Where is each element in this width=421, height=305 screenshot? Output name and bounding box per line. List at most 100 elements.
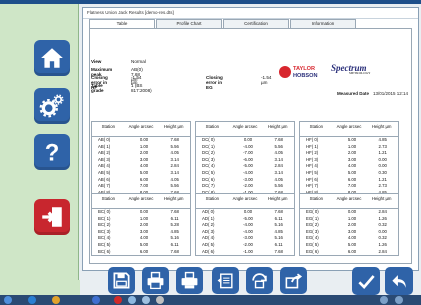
svg-text:?: ? <box>45 140 60 165</box>
folder-icon[interactable] <box>52 296 60 304</box>
column-header: Station <box>101 124 116 129</box>
table-cell: 5.28 <box>170 222 179 228</box>
table-cell: EG( 4) <box>306 235 319 241</box>
export-button[interactable] <box>212 267 239 294</box>
table-cell: DC( 6) <box>202 176 215 182</box>
table-cell: HF( 6) <box>306 176 319 182</box>
table-cell: HF( 1) <box>306 143 319 149</box>
table-cell: AD( 2) <box>202 222 215 228</box>
table-cell: 2.00 <box>347 222 357 228</box>
table-cell: HF( 4) <box>306 163 319 169</box>
hobson-logo-text: HOBSON <box>293 73 318 79</box>
table-cell: 0.00 <box>378 228 387 234</box>
column-header: Height µm <box>371 124 392 129</box>
table-cell: DC( 1) <box>202 143 215 149</box>
start-icon[interactable] <box>4 296 12 304</box>
table-row: AB( 7) 7.00 5.56 <box>92 183 190 190</box>
home-icon <box>41 48 63 68</box>
table-row: DC( 3) -6.00 3.14 <box>196 157 294 164</box>
table-cell: 6.11 <box>274 215 283 221</box>
table-cell: 6.00 <box>347 248 357 254</box>
table-cell: 0.00 <box>243 209 253 214</box>
share-button[interactable] <box>280 267 307 294</box>
tray-icon-2 <box>395 296 403 304</box>
table-cell: 1.21 <box>378 150 387 156</box>
table-cell: 0.00 <box>243 137 253 142</box>
table-cell: AD( 0) <box>202 209 215 214</box>
save-button[interactable] <box>108 267 135 294</box>
print-preview-button[interactable] <box>176 267 203 294</box>
home-button[interactable] <box>34 40 70 76</box>
column-header: Angle arcsec <box>128 196 154 201</box>
table-cell: 7.68 <box>274 209 283 214</box>
app-icon-5[interactable] <box>156 296 164 304</box>
table-cell: BC( 0) <box>98 209 111 214</box>
app-icon[interactable] <box>92 296 100 304</box>
help-icon: ? <box>45 140 60 165</box>
table-row: AB( 6) 6.00 4.05 <box>92 177 190 184</box>
confirm-button[interactable] <box>352 267 380 295</box>
table-cell: AD( 6) <box>202 248 215 254</box>
transfer-icon <box>252 273 267 289</box>
table-cell: 2.84 <box>274 163 283 169</box>
table-row: BC( 1) 1.00 6.11 <box>92 216 190 223</box>
left-nav: ? <box>0 4 79 280</box>
table-cell: AB( 1) <box>98 143 111 149</box>
exit-button[interactable] <box>34 199 70 235</box>
table-row: AD( 5) -2.00 6.11 <box>196 242 294 249</box>
table-cell: 5.16 <box>274 222 283 228</box>
table-cell: 7.68 <box>170 209 179 214</box>
column-header: Station <box>101 196 116 201</box>
settings-button[interactable] <box>34 88 70 124</box>
app-icon-2[interactable] <box>114 296 122 304</box>
help-button[interactable]: ? <box>34 134 70 170</box>
measured-date-value: 13/01/2015 12:14 <box>372 91 408 96</box>
table-cell: -6.00 <box>243 156 253 162</box>
table-cell: 4.05 <box>274 176 283 182</box>
app-icon-4[interactable] <box>142 296 150 304</box>
table-cell: 1.00 <box>139 215 149 221</box>
tab-profile-chart[interactable]: Profile Chart <box>156 19 222 28</box>
table-cell: 2.00 <box>139 222 149 228</box>
table-cell: 0.00 <box>347 209 357 214</box>
table-cell: HF( 2) <box>306 150 319 156</box>
station-table: Station Angle arcsec Height µm AD( 0) 0.00 7.… <box>195 193 295 257</box>
table-cell: DC( 7) <box>202 183 215 189</box>
nav-footer <box>0 280 80 295</box>
table-cell: BC( 6) <box>98 248 111 254</box>
table-cell: HF( 5) <box>306 169 319 175</box>
print-icon <box>147 271 164 290</box>
table-cell: 7.00 <box>139 183 149 189</box>
tab-information[interactable]: Information <box>290 19 356 28</box>
table-cell: EG( 3) <box>306 228 319 234</box>
tab-certification[interactable]: Certification <box>223 19 289 28</box>
table-cell: AB( 6) <box>98 176 111 182</box>
column-header: Angle arcsec <box>232 196 258 201</box>
table-cell: 4.85 <box>274 228 283 234</box>
table-row: HF( 5) 5.00 0.30 <box>300 170 398 177</box>
table-cell: 0.30 <box>378 169 387 175</box>
table-row: DC( 1) -4.00 5.56 <box>196 144 294 151</box>
print-button[interactable] <box>142 267 169 294</box>
tray-icon <box>380 296 388 304</box>
transfer-button[interactable] <box>246 267 273 294</box>
table-cell: 0.32 <box>378 222 387 228</box>
app-icon-3[interactable] <box>128 296 136 304</box>
table-cell: DC( 3) <box>202 156 215 162</box>
spectrum-logo: Spectrum METROLOGY <box>331 63 370 75</box>
column-header: Height µm <box>163 124 184 129</box>
table-cell: HF( 0) <box>306 137 319 142</box>
table-row: AD( 6) -1.00 7.68 <box>196 249 294 256</box>
table-cell: DC( 0) <box>202 137 215 142</box>
browser-icon[interactable] <box>28 296 36 304</box>
table-cell: 6.00 <box>139 176 149 182</box>
table-cell: AD( 5) <box>202 241 215 247</box>
table-row: EG( 1) 1.00 1.26 <box>300 216 398 223</box>
back-button[interactable] <box>385 267 413 295</box>
table-row: AD( 4) -3.00 5.16 <box>196 235 294 242</box>
table-cell: 4.05 <box>170 176 179 182</box>
table-cell: 0.00 <box>378 156 387 162</box>
table-cell: 5.00 <box>347 137 357 142</box>
table-cell: AD( 4) <box>202 235 215 241</box>
table-cell: -3.00 <box>243 176 253 182</box>
